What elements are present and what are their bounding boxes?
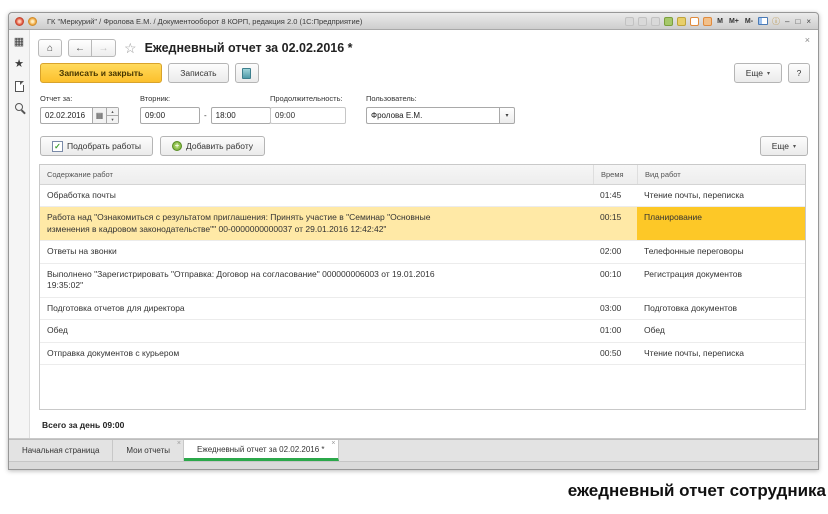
folder-tool-icon[interactable]: [677, 17, 686, 26]
save-button[interactable]: Записать: [168, 63, 228, 83]
table-row[interactable]: Ответы на звонки 02:00 Телефонные перего…: [40, 241, 805, 263]
time-range-separator: -: [204, 111, 207, 120]
forward-button[interactable]: →: [92, 39, 116, 57]
favorites-star-icon[interactable]: ★: [14, 59, 24, 70]
chevron-down-icon: ▾: [793, 143, 796, 150]
add-to-favorites-icon[interactable]: ☆: [124, 40, 137, 57]
report-date-label: Отчет за:: [40, 94, 119, 103]
table-more-button[interactable]: Еще ▾: [760, 136, 808, 156]
table-toolbar: ✓ Подобрать работы + Добавить работу Еще…: [40, 136, 808, 156]
back-button[interactable]: ←: [68, 39, 92, 57]
home-button[interactable]: ⌂: [38, 39, 62, 57]
form-close-icon[interactable]: ×: [805, 35, 810, 45]
window-minimize-circle-icon[interactable]: [28, 17, 37, 26]
split-view-icon[interactable]: [758, 17, 768, 25]
pick-works-button[interactable]: ✓ Подобрать работы: [40, 136, 153, 156]
time-to-input[interactable]: [211, 107, 271, 124]
copy-document-button[interactable]: [235, 63, 259, 83]
info-icon[interactable]: ⓘ: [772, 17, 780, 26]
memory-m-button[interactable]: M: [716, 18, 724, 25]
page-title: Ежедневный отчет за 02.02.2016 *: [145, 41, 353, 55]
duration-input: [270, 107, 346, 124]
table-row-selected[interactable]: Работа над "Ознакомиться с результатом п…: [40, 207, 805, 241]
document-icon: [242, 68, 251, 79]
daily-report-form: ⌂ ← → ☆ Ежедневный отчет за 02.02.2016 *…: [30, 30, 818, 438]
add-work-button[interactable]: + Добавить работу: [160, 136, 265, 156]
window-body: ▦ ★ ⌂ ← → ☆ Ежедневный отчет за 02.02.20…: [9, 30, 818, 439]
memory-m-minus-button[interactable]: M-: [744, 18, 754, 25]
app-window: ГК "Меркурий" / Фролова Е.М. / Документо…: [8, 12, 819, 470]
window-bottom-strip: [9, 461, 818, 469]
tab-home[interactable]: Начальная страница: [9, 440, 113, 461]
calendar-icon[interactable]: ▦: [92, 107, 107, 124]
user-field: Пользователь: ▾: [366, 94, 515, 124]
tab-daily-report[interactable]: Ежедневный отчет за 02.02.2016 * ×: [184, 440, 339, 461]
add-plus-icon: +: [172, 141, 182, 151]
form-header: ⌂ ← → ☆ Ежедневный отчет за 02.02.2016 *…: [38, 37, 810, 59]
window-close-circle-icon[interactable]: [15, 17, 24, 26]
tab-close-icon[interactable]: ×: [177, 440, 181, 447]
command-bar: Записать и закрыть Записать Еще ▾ ?: [40, 63, 810, 83]
column-header-time[interactable]: Время: [593, 165, 637, 184]
time-from-input[interactable]: [140, 107, 200, 124]
work-hours-field: Вторник: -: [140, 94, 271, 124]
tab-close-icon[interactable]: ×: [331, 440, 335, 447]
green-tool-icon[interactable]: [664, 17, 673, 26]
history-icon[interactable]: [15, 81, 24, 92]
open-windows-tabbar: Начальная страница Мои отчеты × Ежедневн…: [9, 439, 818, 461]
table-row[interactable]: Обработка почты 01:45 Чтение почты, пере…: [40, 185, 805, 207]
duration-label: Продолжительность:: [270, 94, 346, 103]
maximize-icon[interactable]: □: [794, 17, 801, 26]
spin-down-icon[interactable]: ▾: [107, 116, 118, 123]
save-and-close-button[interactable]: Записать и закрыть: [40, 63, 162, 83]
calendar-tool-icon[interactable]: [690, 17, 699, 26]
titlebar: ГК "Меркурий" / Фролова Е.М. / Документо…: [9, 13, 818, 30]
column-header-kind[interactable]: Вид работ: [637, 165, 805, 184]
disabled-tool-icon-3: [651, 17, 660, 26]
pick-list-icon: ✓: [52, 141, 63, 152]
column-header-content[interactable]: Содержание работ: [40, 165, 593, 184]
spin-up-icon[interactable]: ▴: [107, 108, 118, 116]
help-button[interactable]: ?: [788, 63, 810, 83]
functions-menu-icon[interactable]: ▦: [14, 37, 24, 48]
table-row[interactable]: Подготовка отчетов для директора 03:00 П…: [40, 298, 805, 320]
table-row[interactable]: Выполнено "Зарегистрировать "Отправка: Д…: [40, 264, 805, 298]
calculator-tool-icon[interactable]: [703, 17, 712, 26]
tool-sidebar: ▦ ★: [9, 30, 30, 438]
user-dropdown-icon[interactable]: ▾: [499, 107, 515, 124]
table-row[interactable]: Обед 01:00 Обед: [40, 320, 805, 342]
memory-m-plus-button[interactable]: M+: [728, 18, 740, 25]
table-row[interactable]: Отправка документов с курьером 00:50 Чте…: [40, 343, 805, 365]
works-table: Содержание работ Время Вид работ Обработ…: [39, 164, 806, 410]
weekday-label: Вторник:: [140, 94, 271, 103]
search-icon[interactable]: [15, 103, 23, 111]
disabled-tool-icon-2: [638, 17, 647, 26]
user-label: Пользователь:: [366, 94, 515, 103]
tab-my-reports[interactable]: Мои отчеты ×: [113, 440, 184, 461]
screenshot-caption: ежедневный отчет сотрудника: [568, 481, 826, 501]
duration-field: Продолжительность:: [270, 94, 346, 124]
user-input[interactable]: [366, 107, 499, 124]
report-date-field: Отчет за: ▦ ▴ ▾: [40, 94, 119, 124]
table-header: Содержание работ Время Вид работ: [40, 165, 805, 185]
minimize-icon[interactable]: –: [784, 17, 790, 26]
window-title: ГК "Меркурий" / Фролова Е.М. / Документо…: [47, 17, 362, 26]
disabled-tool-icon-1: [625, 17, 634, 26]
close-icon[interactable]: ×: [805, 17, 812, 26]
daily-total: Всего за день 09:00: [42, 420, 124, 430]
more-button[interactable]: Еще ▾: [734, 63, 782, 83]
chevron-down-icon: ▾: [767, 70, 770, 77]
report-date-input[interactable]: [40, 107, 92, 124]
